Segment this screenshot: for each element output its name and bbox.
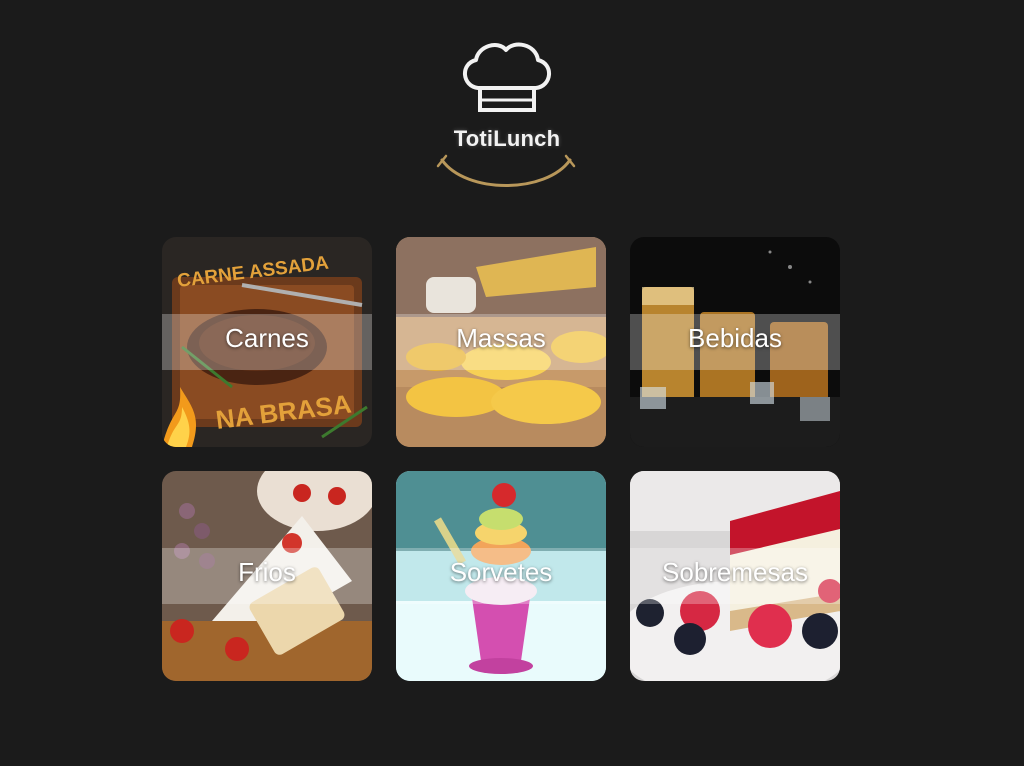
brand-name: TotiLunch [453, 126, 561, 151]
category-card-sorvetes[interactable]: Sorvetes [396, 471, 606, 681]
chef-hat-icon [463, 42, 551, 112]
smile-underline-icon [436, 154, 576, 187]
category-label: Bebidas [688, 323, 782, 353]
page: TotiLunch CARNE ASSADA NA BRASA Carnes M… [0, 0, 1024, 766]
category-label: Frios [238, 557, 296, 587]
category-card-bebidas[interactable]: Bebidas [630, 237, 840, 447]
category-card-sobremesas[interactable]: Sobremesas [630, 471, 840, 681]
category-label: Sorvetes [449, 557, 553, 587]
category-grid: CARNE ASSADA NA BRASA Carnes Massas Bebi… [162, 237, 840, 681]
brand-logo[interactable]: TotiLunch [432, 30, 582, 200]
category-label: Massas [456, 323, 546, 353]
category-label: Carnes [225, 323, 309, 353]
category-card-frios[interactable]: Frios [162, 471, 372, 681]
category-label: Sobremesas [662, 557, 808, 587]
category-card-carnes[interactable]: CARNE ASSADA NA BRASA Carnes [162, 237, 372, 447]
category-card-massas[interactable]: Massas [396, 237, 606, 447]
